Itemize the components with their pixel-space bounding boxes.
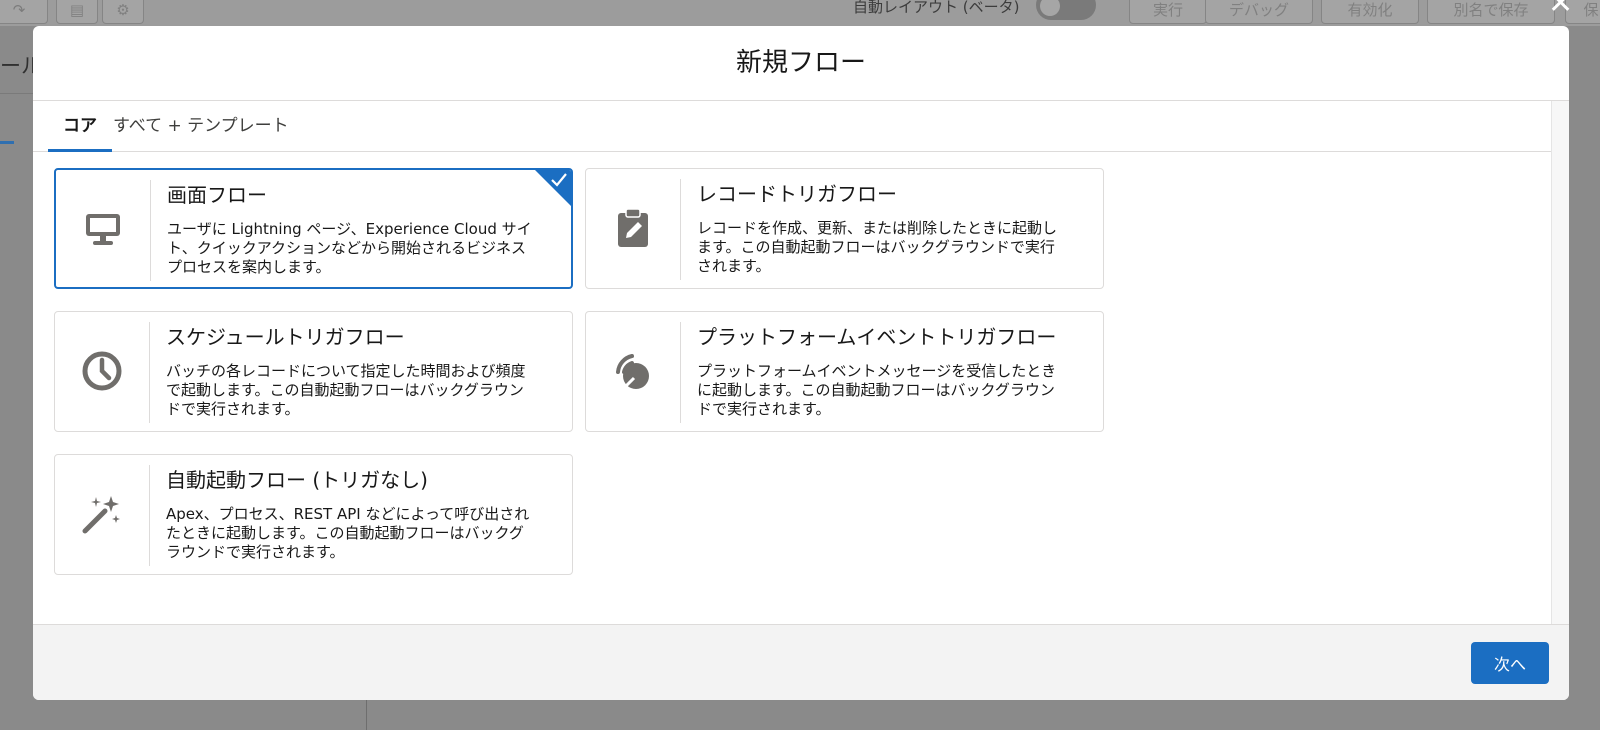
tab-all-templates[interactable]: すべて + テンプレート (113, 101, 289, 151)
next-button[interactable]: 次へ (1471, 642, 1549, 684)
card-title: スケジュールトリガフロー (166, 325, 405, 349)
bg-doc-button: ▤ (56, 0, 98, 24)
modal-footer: 次へ (33, 624, 1569, 700)
bg-run-button: 実行 (1129, 0, 1207, 24)
tab-core[interactable]: コア (48, 101, 112, 152)
modal-scrollbar[interactable] (1551, 101, 1569, 625)
card-title: レコードトリガフロー (697, 182, 897, 206)
bg-debug-button: デバッグ (1205, 0, 1313, 24)
auto-layout-toggle (1036, 0, 1096, 20)
checkmark-icon (551, 173, 567, 187)
clock-icon (82, 351, 122, 391)
card-schedule-triggered-flow[interactable]: スケジュールトリガフロー バッチの各レコードについて指定した時間および頻度で起動… (54, 311, 573, 432)
card-title: 画面フロー (167, 183, 267, 207)
bg-save-as-button: 別名で保存 (1427, 0, 1555, 24)
bg-divider (0, 93, 34, 94)
card-icon-cell (586, 179, 681, 280)
magic-wand-icon (82, 496, 120, 534)
card-autolaunched-flow[interactable]: 自動起動フロー (トリガなし) Apex、プロセス、REST API などによっ… (54, 454, 573, 575)
card-title: プラットフォームイベントトリガフロー (697, 325, 1057, 349)
tab-core-label: コア (63, 116, 97, 136)
desktop-icon (86, 214, 120, 245)
close-icon[interactable]: ✕ (1548, 0, 1573, 21)
redo-button: ↷ (0, 0, 48, 24)
card-title: 自動起動フロー (トリガなし) (166, 468, 428, 492)
card-description: プラットフォームイベントメッセージを受信したときに起動します。この自動起動フロー… (697, 362, 1057, 418)
background-toolbar: ↷ ▤ ⚙ 自動レイアウト (ベータ) 実行 デバッグ 有効化 別名で保存 保 … (0, 0, 1600, 26)
signal-icon (616, 354, 649, 389)
card-platform-event-triggered-flow[interactable]: プラットフォームイベントトリガフロー プラットフォームイベントメッセージを受信し… (585, 311, 1104, 432)
card-screen-flow[interactable]: 画面フロー ユーザに Lightning ページ、Experience Clou… (54, 168, 573, 289)
card-description: レコードを作成、更新、または削除したときに起動します。この自動起動フローはバック… (697, 219, 1058, 275)
bg-activate-button: 有効化 (1321, 0, 1419, 24)
modal-title: 新規フロー (735, 48, 866, 78)
tab-all-templates-label: すべて + テンプレート (113, 116, 289, 136)
card-description: ユーザに Lightning ページ、Experience Cloud サイト、… (167, 220, 532, 276)
card-description: Apex、プロセス、REST API などによって呼び出されたときに起動します。… (166, 505, 530, 561)
card-icon-cell (55, 322, 150, 423)
bg-gear-button: ⚙ (102, 0, 144, 24)
modal-body: コア すべて + テンプレート 画面フロー ユーザに Lightning ページ… (33, 101, 1569, 625)
card-description: バッチの各レコードについて指定した時間および頻度で起動します。この自動起動フロー… (166, 362, 526, 418)
card-icon-cell (56, 180, 151, 281)
card-icon-cell (586, 322, 681, 423)
clipboard-edit-icon (618, 208, 648, 247)
card-icon-cell (55, 465, 150, 566)
bg-tab-indicator (0, 141, 14, 144)
modal-header: 新規フロー (33, 26, 1569, 101)
new-flow-modal: 新規フロー コア すべて + テンプレート 画面フロー ユーザに Lightni (33, 26, 1569, 700)
flow-type-tabs: コア すべて + テンプレート (33, 101, 1552, 152)
auto-layout-label: 自動レイアウト (ベータ) (853, 0, 1020, 16)
card-record-triggered-flow[interactable]: レコードトリガフロー レコードを作成、更新、または削除したときに起動します。この… (585, 168, 1104, 289)
